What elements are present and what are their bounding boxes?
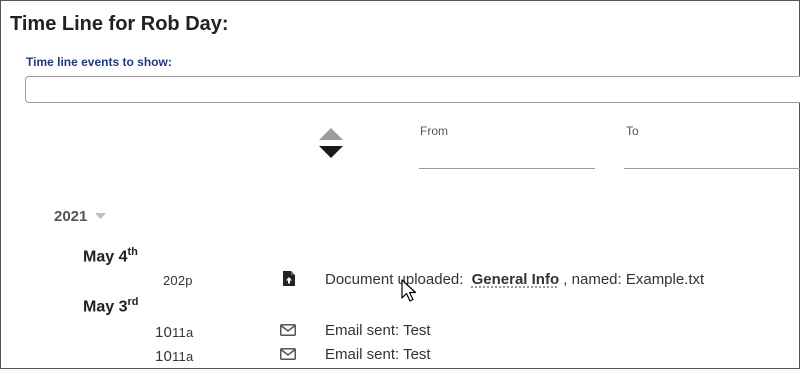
from-date-input[interactable] xyxy=(419,150,595,169)
chevron-down-icon xyxy=(95,213,107,219)
sort-ascending-icon[interactable] xyxy=(319,128,343,140)
event-description: Email sent: Test xyxy=(325,346,431,363)
day-label: May 3 xyxy=(83,298,128,316)
year-toggle[interactable]: 2021 xyxy=(54,208,107,225)
sort-order-toggle[interactable] xyxy=(318,128,344,160)
event-time: 1011a xyxy=(155,324,193,341)
sort-descending-icon[interactable] xyxy=(319,146,343,158)
day-suffix: rd xyxy=(127,296,139,308)
event-time-minute: 11a xyxy=(172,349,194,364)
year-label: 2021 xyxy=(54,208,88,225)
events-filter-select[interactable] xyxy=(25,76,800,103)
from-label: From xyxy=(420,124,448,138)
day-label: May 4 xyxy=(83,248,128,266)
event-time: 1011a xyxy=(155,348,193,365)
envelope-icon xyxy=(280,348,296,360)
event-category-link[interactable]: General Info xyxy=(472,271,560,288)
events-filter-label: Time line events to show: xyxy=(26,55,172,69)
to-label: To xyxy=(626,124,639,138)
event-text: Document uploaded: xyxy=(325,271,464,288)
event-trailing-text: , named: Example.txt xyxy=(559,271,705,288)
to-date-input[interactable] xyxy=(624,150,800,169)
event-description: Document uploaded: General Info , named:… xyxy=(325,271,704,288)
envelope-icon xyxy=(280,324,296,336)
event-time-minute: 11a xyxy=(172,325,194,340)
day-suffix: th xyxy=(127,246,138,258)
event-description: Email sent: Test xyxy=(325,322,431,339)
day-header: May 4th xyxy=(83,246,138,266)
day-header: May 3rd xyxy=(83,296,138,316)
mouse-cursor-icon xyxy=(401,279,417,302)
document-upload-icon xyxy=(283,271,295,286)
event-time: 202p xyxy=(163,273,193,288)
page-title: Time Line for Rob Day: xyxy=(10,13,229,35)
event-time-hour: 10 xyxy=(155,324,173,341)
event-time-hour: 10 xyxy=(155,348,173,365)
